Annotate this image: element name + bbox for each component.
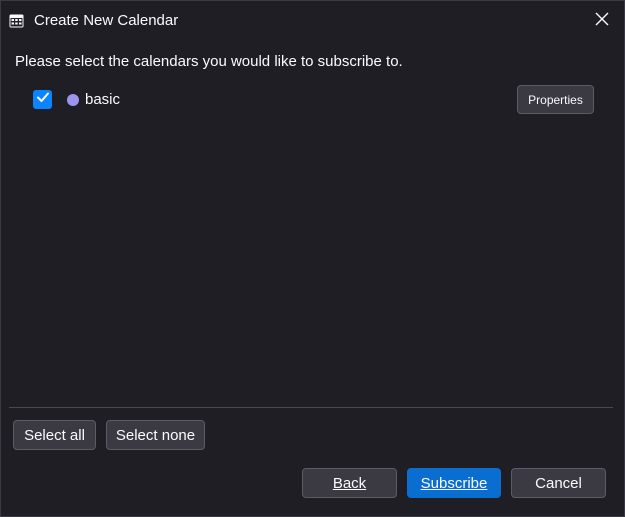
close-icon <box>595 12 609 31</box>
select-none-button[interactable]: Select none <box>106 420 205 450</box>
properties-button[interactable]: Properties <box>517 85 594 114</box>
calendar-icon <box>9 13 24 28</box>
calendar-color-dot <box>67 94 79 106</box>
checkmark-icon <box>36 90 50 109</box>
calendar-name: basic <box>85 91 121 108</box>
back-button[interactable]: Back <box>302 468 397 498</box>
subscribe-button[interactable]: Subscribe <box>407 468 501 498</box>
instruction-text: Please select the calendars you would li… <box>15 53 403 70</box>
subscribe-label: Subscribe <box>420 474 488 492</box>
dialog-title: Create New Calendar <box>34 12 179 29</box>
footer-divider <box>9 407 613 408</box>
back-label: Back <box>332 474 367 492</box>
cancel-button[interactable]: Cancel <box>511 468 606 498</box>
dialog-titlebar: Create New Calendar <box>1 1 624 41</box>
select-all-button[interactable]: Select all <box>13 420 96 450</box>
create-calendar-dialog: Create New Calendar Please select the ca… <box>0 0 625 517</box>
calendar-checkbox[interactable] <box>33 90 52 109</box>
calendar-list-item: basic Properties <box>31 85 594 114</box>
close-button[interactable] <box>590 9 614 33</box>
